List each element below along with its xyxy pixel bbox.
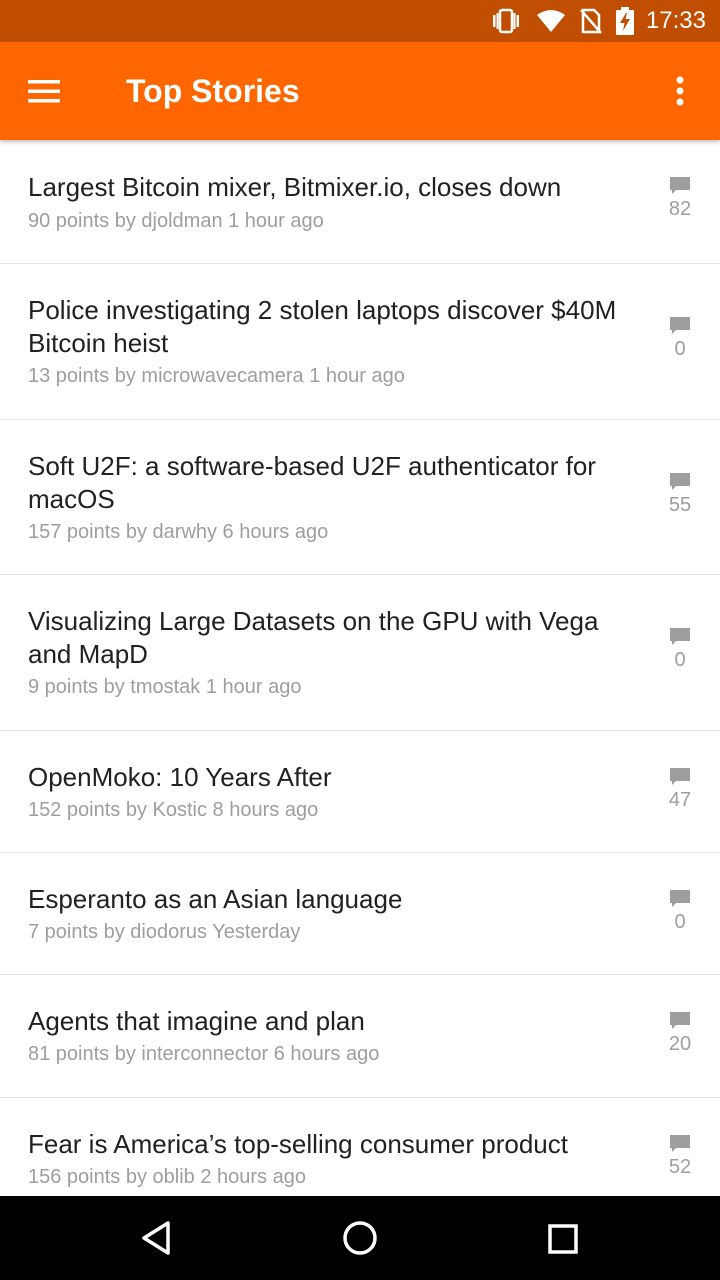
vibrate-icon [490,8,522,34]
comment-count: 82 [668,198,692,220]
story-title[interactable]: Soft U2F: a software-based U2F authentic… [28,450,643,516]
navigation-bar [0,1196,720,1280]
status-icons: 17:33 [476,0,706,42]
story-title[interactable]: Fear is America’s top-selling consumer p… [28,1128,643,1161]
story-meta: 13 points by microwavecamera 1 hour ago [28,365,405,387]
story-item[interactable]: Largest Bitcoin mixer, Bitmixer.io, clos… [0,140,720,264]
story-item[interactable]: Agents that imagine and plan 81 points b… [0,975,720,1098]
comments-button[interactable]: 0 [656,889,704,934]
comment-icon [670,628,690,645]
no-sim-icon [579,8,602,34]
comment-count: 52 [668,1156,692,1178]
story-meta: 157 points by darwhy 6 hours ago [28,521,329,543]
story-item[interactable]: Soft U2F: a software-based U2F authentic… [0,420,720,575]
home-icon[interactable] [336,1214,384,1262]
comment-icon [670,890,690,907]
back-icon[interactable] [134,1214,182,1262]
story-meta: 9 points by tmostak 1 hour ago [28,676,302,698]
comments-button[interactable]: 0 [656,627,704,672]
comments-button[interactable]: 47 [656,767,704,812]
comment-icon [670,177,690,194]
page-title: Top Stories [126,73,300,109]
app-bar: Top Stories [0,42,720,140]
status-bar: 17:33 [0,0,720,42]
status-time: 17:33 [645,7,706,34]
battery-charging-icon [615,7,634,35]
story-meta: 90 points by djoldman 1 hour ago [28,210,324,232]
story-title[interactable]: Visualizing Large Datasets on the GPU wi… [28,605,643,671]
comments-button[interactable]: 55 [656,472,704,517]
story-item[interactable]: Visualizing Large Datasets on the GPU wi… [0,575,720,731]
story-item[interactable]: OpenMoko: 10 Years After 152 points by K… [0,731,720,853]
story-list[interactable]: Largest Bitcoin mixer, Bitmixer.io, clos… [0,140,720,1196]
story-item[interactable]: Esperanto as an Asian language 7 points … [0,853,720,975]
recents-icon[interactable] [538,1214,586,1262]
comments-button[interactable]: 0 [656,316,704,361]
comment-count: 20 [668,1033,692,1055]
story-item[interactable]: Fear is America’s top-selling consumer p… [0,1098,720,1196]
comments-button[interactable]: 20 [656,1011,704,1056]
comment-count: 55 [668,494,692,516]
comment-icon [670,317,690,334]
more-vert-icon[interactable] [656,67,704,115]
story-title[interactable]: Agents that imagine and plan [28,1005,643,1038]
story-meta: 152 points by Kostic 8 hours ago [28,799,319,821]
comment-count: 47 [668,789,692,811]
comment-icon [670,1012,690,1029]
comment-icon [670,473,690,490]
comment-icon [670,768,690,785]
story-title[interactable]: Police investigating 2 stolen laptops di… [28,294,643,360]
story-meta: 81 points by interconnector 6 hours ago [28,1043,380,1065]
story-title[interactable]: Largest Bitcoin mixer, Bitmixer.io, clos… [28,171,643,204]
comment-count: 0 [674,911,686,933]
story-meta: 7 points by diodorus Yesterday [28,921,301,943]
story-meta: 156 points by oblib 2 hours ago [28,1166,306,1188]
story-title[interactable]: OpenMoko: 10 Years After [28,761,643,794]
wifi-icon [536,9,566,33]
comments-button[interactable]: 82 [656,176,704,221]
story-item[interactable]: Police investigating 2 stolen laptops di… [0,264,720,420]
comment-count: 0 [674,649,686,671]
comment-count: 0 [674,338,686,360]
hamburger-menu-icon[interactable] [20,67,68,115]
comment-icon [670,1135,690,1152]
story-title[interactable]: Esperanto as an Asian language [28,883,643,916]
comments-button[interactable]: 52 [656,1134,704,1179]
